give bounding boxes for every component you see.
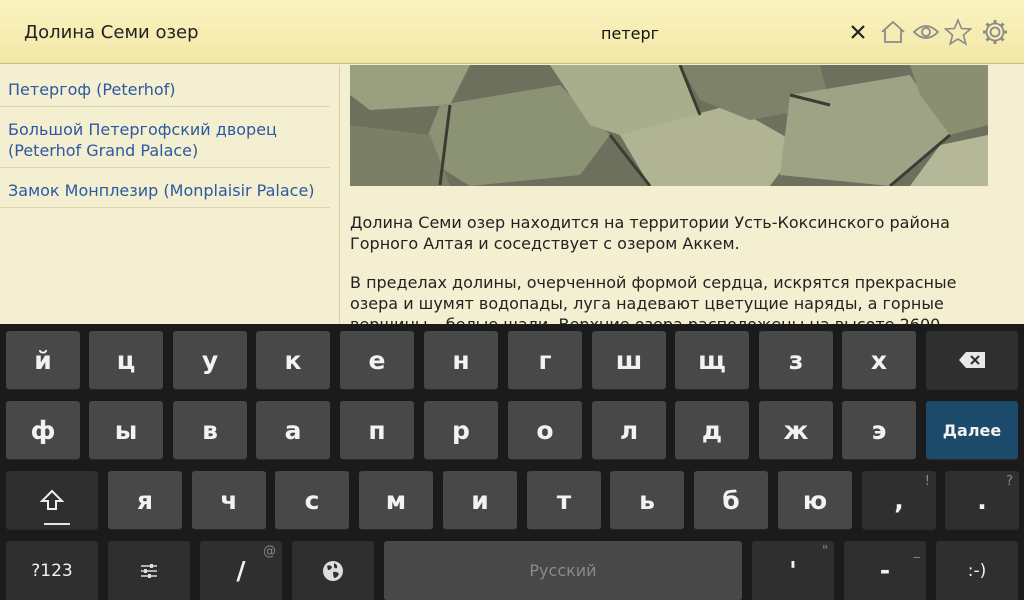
shift-icon bbox=[40, 489, 64, 510]
key[interactable]: ф bbox=[6, 401, 80, 459]
key[interactable]: ж bbox=[759, 401, 833, 459]
smiley-key[interactable]: :-) bbox=[936, 541, 1018, 600]
article-paragraph: Долина Семи озер находится на территории… bbox=[350, 213, 950, 253]
star-icon[interactable] bbox=[943, 16, 973, 48]
dash-label: - bbox=[879, 556, 891, 585]
key[interactable]: г bbox=[508, 331, 582, 389]
key[interactable]: в bbox=[173, 401, 247, 459]
key[interactable]: н bbox=[424, 331, 498, 389]
key[interactable]: е bbox=[340, 331, 414, 389]
shift-indicator bbox=[44, 523, 70, 525]
slash-hint: @ bbox=[263, 544, 276, 559]
slash-key[interactable]: / @ bbox=[200, 541, 282, 600]
key[interactable]: м bbox=[359, 471, 433, 529]
language-key[interactable] bbox=[292, 541, 374, 600]
results-list: Петергоф (Peterhof) Большой Петергофский… bbox=[0, 65, 340, 325]
page-title: Долина Семи озер bbox=[24, 22, 199, 43]
on-screen-keyboard: й ц у к е н г ш щ з х ф ы в а п р о л д … bbox=[0, 324, 1024, 600]
sliders-icon bbox=[141, 563, 157, 578]
symbols-button[interactable]: ?123 bbox=[6, 541, 98, 600]
slash-label: / bbox=[236, 556, 246, 585]
key[interactable]: о bbox=[508, 401, 582, 459]
key[interactable]: б bbox=[694, 471, 768, 529]
key[interactable]: а bbox=[256, 401, 330, 459]
key[interactable]: л bbox=[592, 401, 666, 459]
backspace-button[interactable] bbox=[926, 331, 1018, 389]
next-button[interactable]: Далее bbox=[926, 401, 1018, 459]
comma-key[interactable]: , ! bbox=[862, 471, 936, 529]
list-item[interactable]: Петергоф (Peterhof) bbox=[0, 65, 330, 107]
key[interactable]: р bbox=[424, 401, 498, 459]
key[interactable]: п bbox=[340, 401, 414, 459]
dash-hint: _ bbox=[913, 544, 921, 559]
key[interactable]: т bbox=[527, 471, 601, 529]
period-label: . bbox=[977, 485, 987, 515]
key[interactable]: и bbox=[443, 471, 517, 529]
gear-icon[interactable] bbox=[980, 16, 1010, 48]
key[interactable]: ц bbox=[89, 331, 163, 389]
home-icon[interactable] bbox=[878, 16, 908, 48]
period-hint: ? bbox=[1006, 474, 1013, 489]
comma-label: , bbox=[894, 485, 904, 515]
key[interactable]: у bbox=[173, 331, 247, 389]
apostrophe-label: ' bbox=[789, 556, 797, 585]
key[interactable]: ш bbox=[592, 331, 666, 389]
eye-icon[interactable] bbox=[911, 16, 941, 48]
key[interactable]: ч bbox=[192, 471, 266, 529]
list-item[interactable]: Большой Петергофский дворец (Peterhof Gr… bbox=[0, 107, 330, 168]
dash-key[interactable]: - _ bbox=[844, 541, 926, 600]
article-paragraph: В пределах долины, очерченной формой сер… bbox=[350, 273, 957, 325]
globe-icon bbox=[323, 560, 343, 581]
key[interactable]: ы bbox=[89, 401, 163, 459]
close-icon[interactable] bbox=[843, 16, 873, 48]
apostrophe-hint: " bbox=[822, 544, 828, 559]
key[interactable]: э bbox=[842, 401, 916, 459]
article-pane: Долина Семи озер находится на территории… bbox=[343, 65, 1024, 325]
key[interactable]: х bbox=[842, 331, 916, 389]
key[interactable]: ь bbox=[610, 471, 684, 529]
shift-button[interactable] bbox=[6, 471, 98, 529]
key[interactable]: щ bbox=[675, 331, 749, 389]
period-key[interactable]: . ? bbox=[945, 471, 1019, 529]
key[interactable]: й bbox=[6, 331, 80, 389]
action-bar: Долина Семи озер bbox=[0, 0, 1024, 64]
rocks-photo bbox=[350, 65, 988, 186]
key[interactable]: д bbox=[675, 401, 749, 459]
key[interactable]: к bbox=[256, 331, 330, 389]
comma-hint: ! bbox=[924, 474, 930, 489]
key[interactable]: я bbox=[108, 471, 182, 529]
backspace-icon bbox=[959, 352, 985, 368]
apostrophe-key[interactable]: ' " bbox=[752, 541, 834, 600]
search-input[interactable] bbox=[420, 16, 840, 50]
list-item[interactable]: Замок Монплезир (Monplaisir Palace) bbox=[0, 168, 330, 208]
key[interactable]: с bbox=[275, 471, 349, 529]
settings-key[interactable] bbox=[108, 541, 190, 600]
key[interactable]: з bbox=[759, 331, 833, 389]
key[interactable]: ю bbox=[778, 471, 852, 529]
space-bar[interactable]: Русский bbox=[384, 541, 742, 600]
